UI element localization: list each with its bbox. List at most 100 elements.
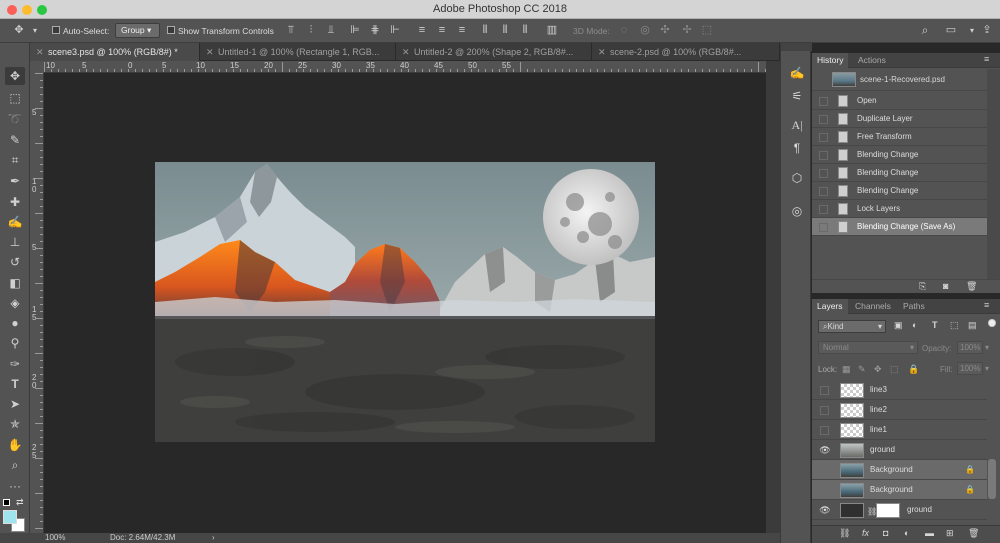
filter-toggle-icon[interactable]: [988, 319, 996, 327]
tab-history[interactable]: History: [812, 53, 849, 68]
fill-input[interactable]: 100%: [957, 362, 983, 375]
brush-settings-icon[interactable]: ✍: [789, 65, 805, 81]
new-layer-icon[interactable]: ⊞: [946, 528, 954, 539]
close-tab-icon[interactable]: ✕: [36, 43, 44, 61]
workspace-icon[interactable]: ▭: [944, 24, 958, 37]
ruler-corner[interactable]: [30, 61, 44, 73]
history-step[interactable]: Open: [812, 92, 987, 110]
shape-tool-icon[interactable]: ✯: [5, 415, 25, 433]
distribute-hcenter-icon[interactable]: ⦀: [498, 24, 512, 37]
visibility-toggle[interactable]: [820, 406, 829, 415]
swap-colors-icon[interactable]: ⇄: [16, 497, 24, 508]
tab-scene-2[interactable]: ✕ scene-2.psd @ 100% (RGB/8#...: [592, 43, 780, 61]
move-tool-icon[interactable]: ✥: [12, 24, 26, 37]
lock-artboard-icon[interactable]: ⬚: [890, 364, 899, 375]
history-snapshot[interactable]: scene-1-Recovered.psd: [812, 69, 987, 91]
horizontal-ruler[interactable]: 10 5 0 5 10 15 20 25 30 35 40 45 50 55: [44, 61, 766, 73]
fx-icon[interactable]: fx: [862, 528, 869, 538]
history-brush-icon[interactable]: ↺: [5, 253, 25, 271]
quick-selection-icon[interactable]: ✎: [5, 131, 25, 149]
healing-brush-icon[interactable]: ✚: [5, 193, 25, 211]
share-icon[interactable]: ⇪: [980, 24, 994, 37]
history-step[interactable]: Lock Layers: [812, 200, 987, 218]
tab-actions[interactable]: Actions: [853, 53, 891, 68]
paragraph-panel-icon[interactable]: ¶: [789, 140, 805, 156]
history-step[interactable]: Free Transform: [812, 128, 987, 146]
marquee-tool-icon[interactable]: ⬚: [5, 89, 25, 107]
minimize-window-icon[interactable]: [22, 5, 32, 15]
layer-row-selected[interactable]: Background 🔒: [812, 480, 987, 500]
opacity-input[interactable]: 100%: [957, 341, 983, 354]
zoom-level[interactable]: 100%: [45, 533, 65, 543]
filter-type-icon[interactable]: T: [932, 320, 938, 330]
brush-presets-icon[interactable]: ⚟: [789, 88, 805, 104]
crop-tool-icon[interactable]: ⌗: [5, 151, 25, 169]
blur-tool-icon[interactable]: ●: [5, 314, 25, 332]
layers-scrollbar[interactable]: [988, 459, 996, 499]
adjustment-layer-icon[interactable]: ◐: [904, 528, 909, 538]
canvas-scrollbar[interactable]: [766, 61, 780, 533]
filter-shape-icon[interactable]: ⬚: [950, 320, 959, 331]
dodge-tool-icon[interactable]: ⚲: [5, 334, 25, 352]
layer-mask-thumbnail[interactable]: [876, 503, 900, 518]
lock-position-icon[interactable]: ✥: [874, 364, 882, 375]
add-mask-icon[interactable]: ◘: [883, 528, 888, 538]
distribute-top-icon[interactable]: ≡: [415, 24, 429, 37]
close-tab-icon[interactable]: ✕: [206, 43, 214, 61]
hand-tool-icon[interactable]: ✋: [5, 436, 25, 454]
history-step[interactable]: Duplicate Layer: [812, 110, 987, 128]
align-hcenter-icon[interactable]: ⋕: [368, 24, 382, 37]
panel-menu-icon[interactable]: ≡: [984, 54, 989, 64]
distribute-vcenter-icon[interactable]: ≡: [435, 24, 449, 37]
align-bottom-icon[interactable]: ⫫: [324, 24, 338, 37]
align-left-icon[interactable]: ⊫: [348, 24, 362, 37]
pen-tool-icon[interactable]: ✑: [5, 355, 25, 373]
tool-preset-dropdown-icon[interactable]: ▾: [28, 24, 42, 37]
character-panel-icon[interactable]: A|: [789, 117, 805, 133]
3d-roll-icon[interactable]: ◎: [638, 24, 652, 37]
layer-row[interactable]: line1: [812, 420, 987, 440]
close-window-icon[interactable]: [7, 5, 17, 15]
tab-scene3[interactable]: ✕ scene3.psd @ 100% (RGB/8#) *: [30, 43, 200, 61]
lock-image-icon[interactable]: ✎: [858, 364, 866, 375]
lock-transparent-icon[interactable]: ▦: [842, 364, 851, 375]
3d-slide-icon[interactable]: ✢: [680, 24, 694, 37]
eyedropper-icon[interactable]: ✒: [5, 172, 25, 190]
layer-row[interactable]: 👁 ground: [812, 440, 987, 460]
type-tool-icon[interactable]: T: [5, 375, 25, 393]
cc-libraries-icon[interactable]: ◎: [789, 203, 805, 219]
distribute-right-icon[interactable]: ⦀: [518, 24, 532, 37]
layer-row-selected[interactable]: Background 🔒: [812, 460, 987, 480]
visibility-toggle[interactable]: [820, 386, 829, 395]
layer-row[interactable]: line2: [812, 400, 987, 420]
document-image[interactable]: [155, 162, 655, 442]
history-step[interactable]: Blending Change: [812, 182, 987, 200]
more-tools-icon[interactable]: ···: [5, 477, 25, 495]
new-document-from-state-icon[interactable]: ⎘: [919, 281, 926, 292]
zoom-tool-icon[interactable]: ⌕: [5, 456, 25, 474]
tab-untitled-2[interactable]: ✕ Untitled-2 @ 200% (Shape 2, RGB/8#...: [396, 43, 592, 61]
history-step-current[interactable]: Blending Change (Save As): [812, 218, 987, 236]
tab-untitled-1[interactable]: ✕ Untitled-1 @ 100% (Rectangle 1, RGB...: [200, 43, 396, 61]
tab-paths[interactable]: Paths: [898, 299, 930, 314]
lasso-tool-icon[interactable]: ➰: [5, 110, 25, 128]
path-selection-icon[interactable]: ➤: [5, 395, 25, 413]
paint-bucket-icon[interactable]: ◈: [5, 294, 25, 312]
eraser-icon[interactable]: ◧: [5, 274, 25, 292]
default-colors-icon[interactable]: [3, 499, 10, 506]
eye-icon[interactable]: 👁: [819, 440, 831, 460]
tab-channels[interactable]: Channels: [850, 299, 896, 314]
close-tab-icon[interactable]: ✕: [598, 43, 606, 61]
distribute-bottom-icon[interactable]: ≡: [455, 24, 469, 37]
3d-orbit-icon[interactable]: ◌: [617, 24, 631, 37]
delete-state-icon[interactable]: 🗑: [966, 281, 977, 292]
layer-row[interactable]: line3: [812, 380, 987, 400]
layer-filter-kind-dropdown[interactable]: ⌕Kind ▾: [818, 320, 886, 333]
tab-layers[interactable]: Layers: [812, 299, 848, 314]
auto-select-checkbox[interactable]: [52, 26, 60, 34]
filter-adjustment-icon[interactable]: ◐: [912, 320, 917, 330]
new-group-icon[interactable]: ▬: [925, 528, 934, 538]
brush-tool-icon[interactable]: ✍: [5, 213, 25, 231]
3d-drag-icon[interactable]: ✣: [658, 24, 672, 37]
zoom-window-icon[interactable]: [37, 5, 47, 15]
